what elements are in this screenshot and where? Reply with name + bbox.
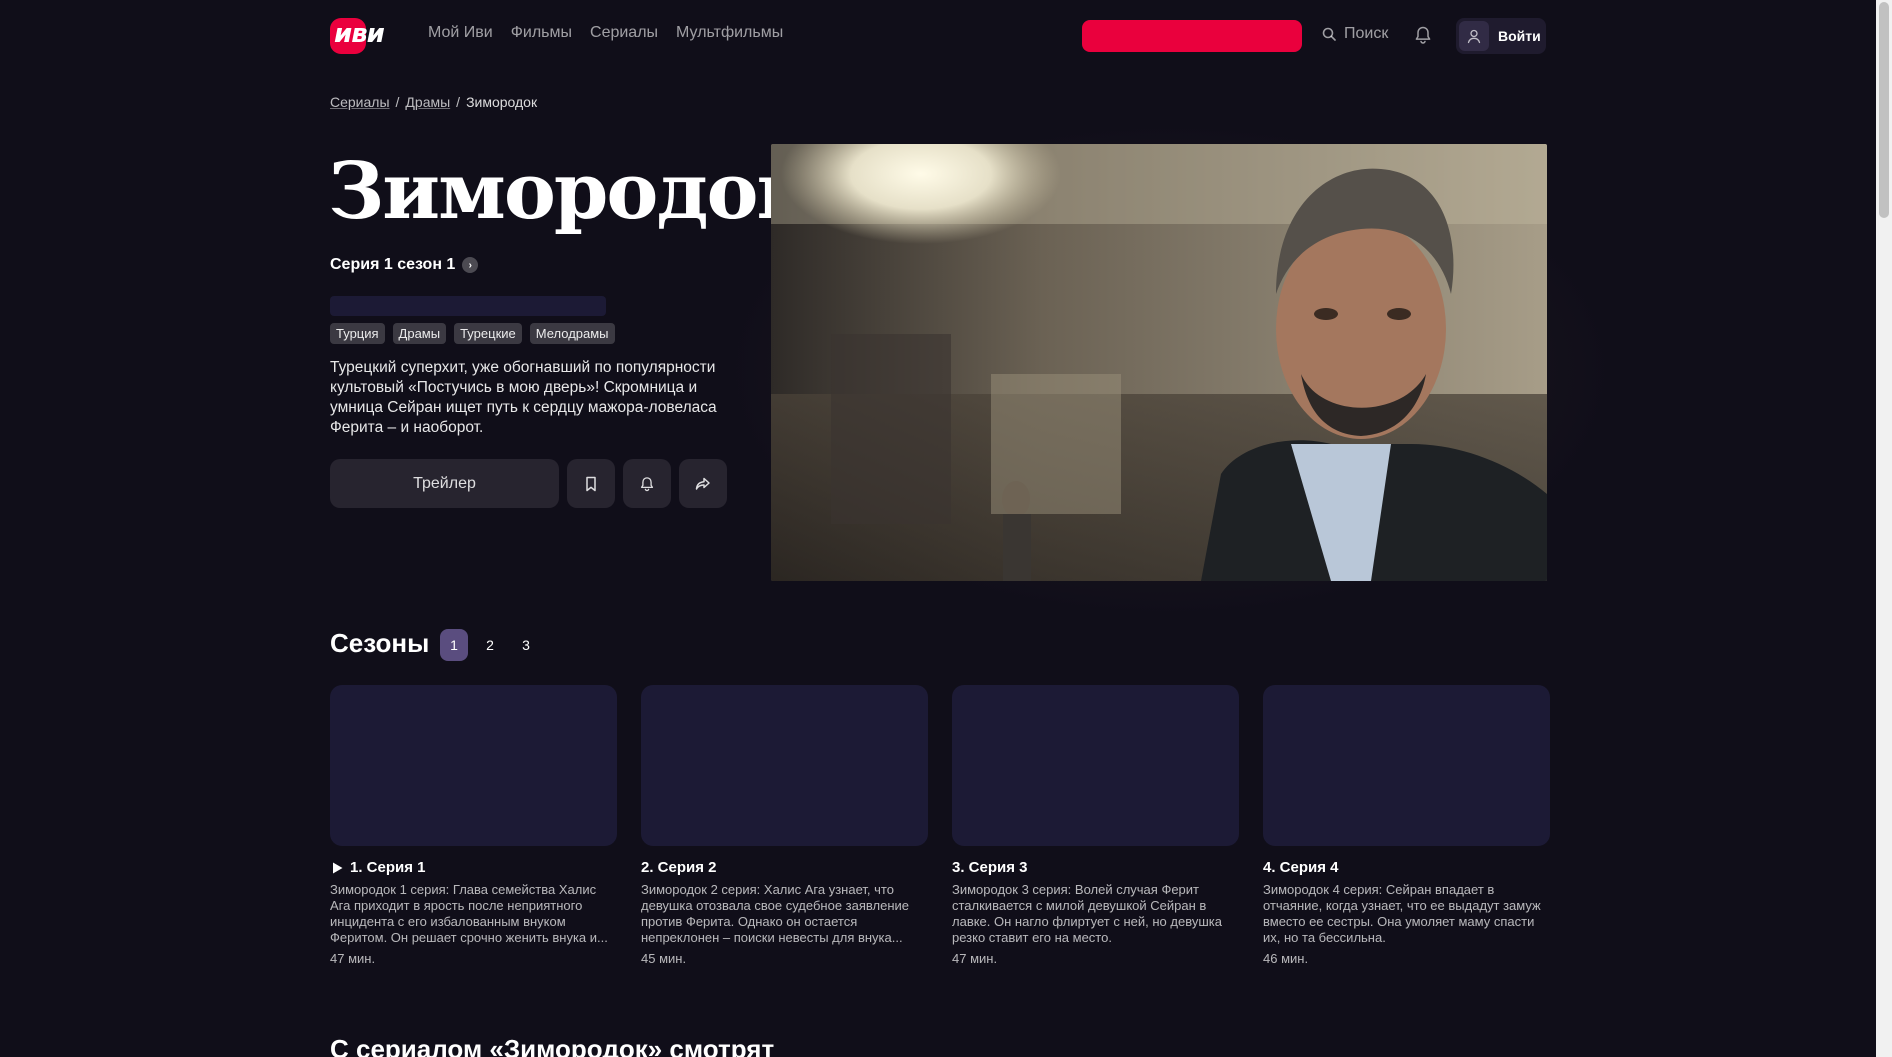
episode-title: 4. Серия 4 — [1263, 859, 1339, 876]
episode-duration: 47 мин. — [952, 951, 998, 966]
genre-tag[interactable]: Турция — [330, 323, 385, 344]
episode-description: Зимородок 4 серия: Сейран впадает в отча… — [1263, 882, 1541, 945]
logo[interactable]: иви — [330, 17, 398, 55]
search-label: Поиск — [1344, 25, 1389, 42]
user-icon — [1459, 21, 1489, 51]
episode-thumbnail[interactable] — [1263, 685, 1550, 846]
trailer-button[interactable]: Трейлер — [330, 459, 559, 508]
episode-thumbnail[interactable] — [952, 685, 1239, 846]
season-tab-1[interactable]: 1 — [440, 629, 468, 661]
share-button[interactable] — [679, 459, 727, 508]
page: иви Мой Иви Фильмы Сериалы Мультфильмы П… — [0, 0, 1876, 1057]
episode-card[interactable]: 2. Серия 2 Зимородок 2 серия: Халис Ага … — [641, 685, 928, 966]
episode-title-row[interactable]: 1. Серия 1 — [330, 859, 617, 876]
header: иви Мой Иви Фильмы Сериалы Мультфильмы П… — [0, 0, 1876, 72]
continue-episode-link[interactable]: Серия 1 сезон 1 › — [330, 256, 479, 274]
series-description: Турецкий суперхит, уже обогнавший по поп… — [330, 359, 717, 436]
nav-item-my-ivi[interactable]: Мой Иви — [428, 24, 493, 42]
breadcrumb-series[interactable]: Сериалы — [330, 94, 390, 110]
notify-button[interactable] — [623, 459, 671, 508]
genre-tag[interactable]: Турецкие — [454, 323, 522, 344]
breadcrumb-separator: / — [456, 94, 461, 110]
page-title: Зимородок — [328, 146, 813, 237]
episode-title: 2. Серия 2 — [641, 859, 717, 876]
also-watch-heading: С сериалом «Зимородок» смотрят — [330, 1034, 775, 1057]
login-label: Войти — [1498, 28, 1541, 44]
play-icon — [333, 862, 343, 873]
episode-title-row[interactable]: 2. Серия 2 — [641, 859, 928, 876]
bookmark-button[interactable] — [567, 459, 615, 508]
episode-description: Зимородок 2 серия: Халис Ага узнает, что… — [641, 882, 909, 945]
scrollbar-thumb[interactable] — [1879, 2, 1889, 218]
bell-icon — [640, 476, 654, 491]
login-button[interactable]: Войти — [1456, 18, 1546, 54]
continue-episode-label: Серия 1 сезон 1 — [330, 256, 456, 273]
nav-item-cartoons[interactable]: Мультфильмы — [676, 24, 783, 42]
genre-tag[interactable]: Драмы — [392, 323, 447, 344]
episode-thumbnail[interactable] — [330, 685, 617, 846]
episode-title: 1. Серия 1 — [350, 859, 426, 876]
bookmark-icon — [586, 476, 596, 491]
genre-tags: Турция Драмы Турецкие Мелодрамы — [330, 323, 615, 344]
genre-tag[interactable]: Мелодрамы — [529, 323, 615, 344]
episode-card[interactable]: 4. Серия 4 Зимородок 4 серия: Сейран впа… — [1263, 685, 1550, 966]
episode-title-row[interactable]: 3. Серия 3 — [952, 859, 1239, 876]
main-nav: Мой Иви Фильмы Сериалы Мультфильмы — [428, 24, 783, 42]
episode-title-row[interactable]: 4. Серия 4 — [1263, 859, 1550, 876]
episode-card[interactable]: 3. Серия 3 Зимородок 3 серия: Волей случ… — [952, 685, 1239, 966]
episode-thumbnail[interactable] — [641, 685, 928, 846]
episode-description: Зимородок 1 серия: Глава семейства Халис… — [330, 882, 608, 945]
page-scrollbar[interactable] — [1876, 0, 1892, 1057]
nav-item-series[interactable]: Сериалы — [590, 24, 658, 42]
search-button[interactable]: Поиск — [1322, 25, 1388, 43]
hero-actions: Трейлер — [330, 459, 727, 508]
breadcrumb-current: Зимородок — [466, 94, 538, 110]
season-tabs: 1 2 3 — [440, 629, 540, 661]
episode-duration: 46 мин. — [1263, 951, 1309, 966]
poster-image — [771, 144, 1547, 581]
search-icon — [1322, 27, 1336, 41]
episode-duration: 47 мин. — [330, 951, 376, 966]
rating-placeholder — [330, 296, 606, 316]
notifications-bell-icon[interactable] — [1412, 24, 1434, 46]
season-tab-2[interactable]: 2 — [476, 629, 504, 661]
trailer-label: Трейлер — [413, 474, 476, 492]
chevron-right-icon: › — [462, 257, 479, 273]
breadcrumb-separator: / — [395, 94, 400, 110]
share-icon — [695, 477, 710, 490]
nav-item-movies[interactable]: Фильмы — [511, 24, 572, 42]
episode-description: Зимородок 3 серия: Волей случая Ферит ст… — [952, 882, 1222, 945]
breadcrumb: Сериалы / Драмы / Зимородок — [330, 94, 537, 110]
season-tab-3[interactable]: 3 — [512, 629, 540, 661]
episode-card[interactable]: 1. Серия 1 Зимородок 1 серия: Глава семе… — [330, 685, 617, 966]
episode-title: 3. Серия 3 — [952, 859, 1028, 876]
breadcrumb-dramas[interactable]: Драмы — [405, 94, 450, 110]
seasons-heading: Сезоны — [330, 628, 430, 658]
series-poster — [771, 144, 1547, 581]
episode-list: 1. Серия 1 Зимородок 1 серия: Глава семе… — [330, 685, 1550, 966]
episode-duration: 45 мин. — [641, 951, 687, 966]
logo-text: иви — [334, 19, 385, 49]
subscription-promo-button[interactable] — [1082, 20, 1302, 52]
